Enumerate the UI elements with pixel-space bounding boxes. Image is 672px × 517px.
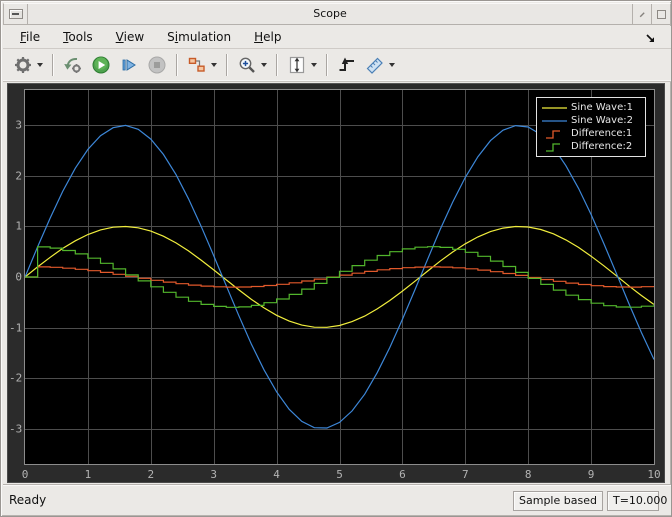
signal-selector-button[interactable]: [184, 52, 220, 78]
run-icon: [92, 56, 110, 74]
toolbar: [3, 49, 671, 82]
maximize-icon: [656, 9, 666, 19]
zoom-button[interactable]: [234, 52, 270, 78]
x-tick-label: 5: [336, 468, 343, 481]
x-tick-label: 9: [587, 468, 595, 481]
signal-selector-icon: [188, 57, 205, 72]
sample-mode-field: Sample based: [513, 491, 603, 511]
dock-arrow-icon[interactable]: [645, 33, 657, 45]
toolbar-separator: [226, 54, 228, 76]
step-forward-icon: [122, 59, 136, 71]
measurements-icon: [366, 57, 383, 74]
axes-scaling-icon: [289, 56, 305, 74]
y-tick-label: -3: [9, 422, 23, 436]
menu-file[interactable]: File: [13, 28, 47, 46]
x-tick-label: 2: [147, 468, 155, 481]
y-tick-label: 2: [15, 169, 22, 183]
dropdown-arrow-icon[interactable]: [311, 63, 317, 67]
x-tick-label: 4: [273, 468, 280, 481]
x-tick-label: 3: [210, 468, 217, 481]
trigger-button[interactable]: [334, 52, 360, 78]
legend-line-sample-icon: [542, 119, 567, 122]
menu-help[interactable]: Help: [247, 28, 288, 46]
measurements-button[interactable]: [362, 52, 398, 78]
legend-line-sample-icon: [542, 106, 567, 109]
restore-icon: [639, 11, 645, 17]
dropdown-arrow-icon[interactable]: [389, 63, 395, 67]
dropdown-arrow-icon[interactable]: [261, 63, 267, 67]
stop-button: [144, 52, 170, 78]
y-tick-label: 1: [15, 219, 22, 233]
title-bar: Scope: [3, 3, 671, 25]
x-tick-label: 0: [21, 468, 29, 481]
toolbar-separator: [176, 54, 178, 76]
system-menu-button[interactable]: [4, 4, 28, 24]
legend-label: Difference:2: [571, 141, 633, 152]
menu-tools[interactable]: Tools: [56, 28, 100, 46]
toolbar-separator: [326, 54, 328, 76]
scope-window: Scope File Tools View Simulation Help Sine W…: [0, 0, 672, 517]
minimize-icon: [11, 13, 19, 15]
trigger-icon: [339, 57, 354, 71]
menu-simulation[interactable]: Simulation: [160, 28, 238, 46]
y-tick-label: -2: [9, 371, 23, 385]
stop-icon: [148, 56, 166, 74]
dropdown-arrow-icon[interactable]: [211, 63, 217, 67]
toolbar-separator: [276, 54, 278, 76]
x-tick-label: 1: [84, 468, 92, 481]
x-tick-label: 8: [524, 468, 532, 481]
plot-figure: Sine Wave:1 Sine Wave:2 Difference:1 Differ…: [7, 83, 665, 483]
maximize-button[interactable]: [651, 4, 670, 24]
legend[interactable]: Sine Wave:1 Sine Wave:2 Difference:1 Differ…: [536, 97, 646, 157]
gear-icon: [15, 57, 31, 73]
toolbar-separator: [52, 54, 54, 76]
x-tick-label: 6: [399, 468, 406, 481]
legend-label: Sine Wave:2: [571, 115, 633, 126]
menu-bar: File Tools View Simulation Help: [3, 26, 671, 49]
legend-stairs-sample-icon: [546, 142, 560, 152]
run-button[interactable]: [88, 52, 114, 78]
legend-item: Sine Wave:2: [537, 114, 645, 127]
x-tick-label: 10: [647, 468, 661, 481]
zoom-icon: [239, 57, 255, 73]
legend-label: Sine Wave:1: [571, 102, 633, 113]
legend-item: Sine Wave:1: [537, 101, 645, 114]
parameters-button[interactable]: [10, 52, 46, 78]
legend-stairs-sample-icon: [546, 129, 560, 139]
window-title: Scope: [313, 7, 347, 20]
status-message: Ready: [9, 493, 47, 507]
goto-simulink-icon: [64, 57, 81, 73]
restore-button[interactable]: [632, 4, 651, 24]
legend-item: Difference:2: [537, 140, 645, 153]
dropdown-arrow-icon[interactable]: [37, 63, 43, 67]
menu-view[interactable]: View: [109, 28, 151, 46]
x-tick-label: 7: [461, 468, 469, 481]
y-tick-label: 3: [15, 118, 22, 132]
sim-time-field: T=10.000: [607, 491, 667, 511]
step-forward-button[interactable]: [116, 52, 142, 78]
legend-item: Difference:1: [537, 127, 645, 140]
y-tick-label: -1: [9, 321, 23, 335]
legend-label: Difference:1: [571, 128, 633, 139]
status-bar: Ready Sample based T=10.000: [3, 484, 671, 515]
y-tick-label: 0: [15, 270, 22, 284]
axes-scaling-button[interactable]: [284, 52, 320, 78]
highlight-simulink-block-button[interactable]: [60, 52, 86, 78]
